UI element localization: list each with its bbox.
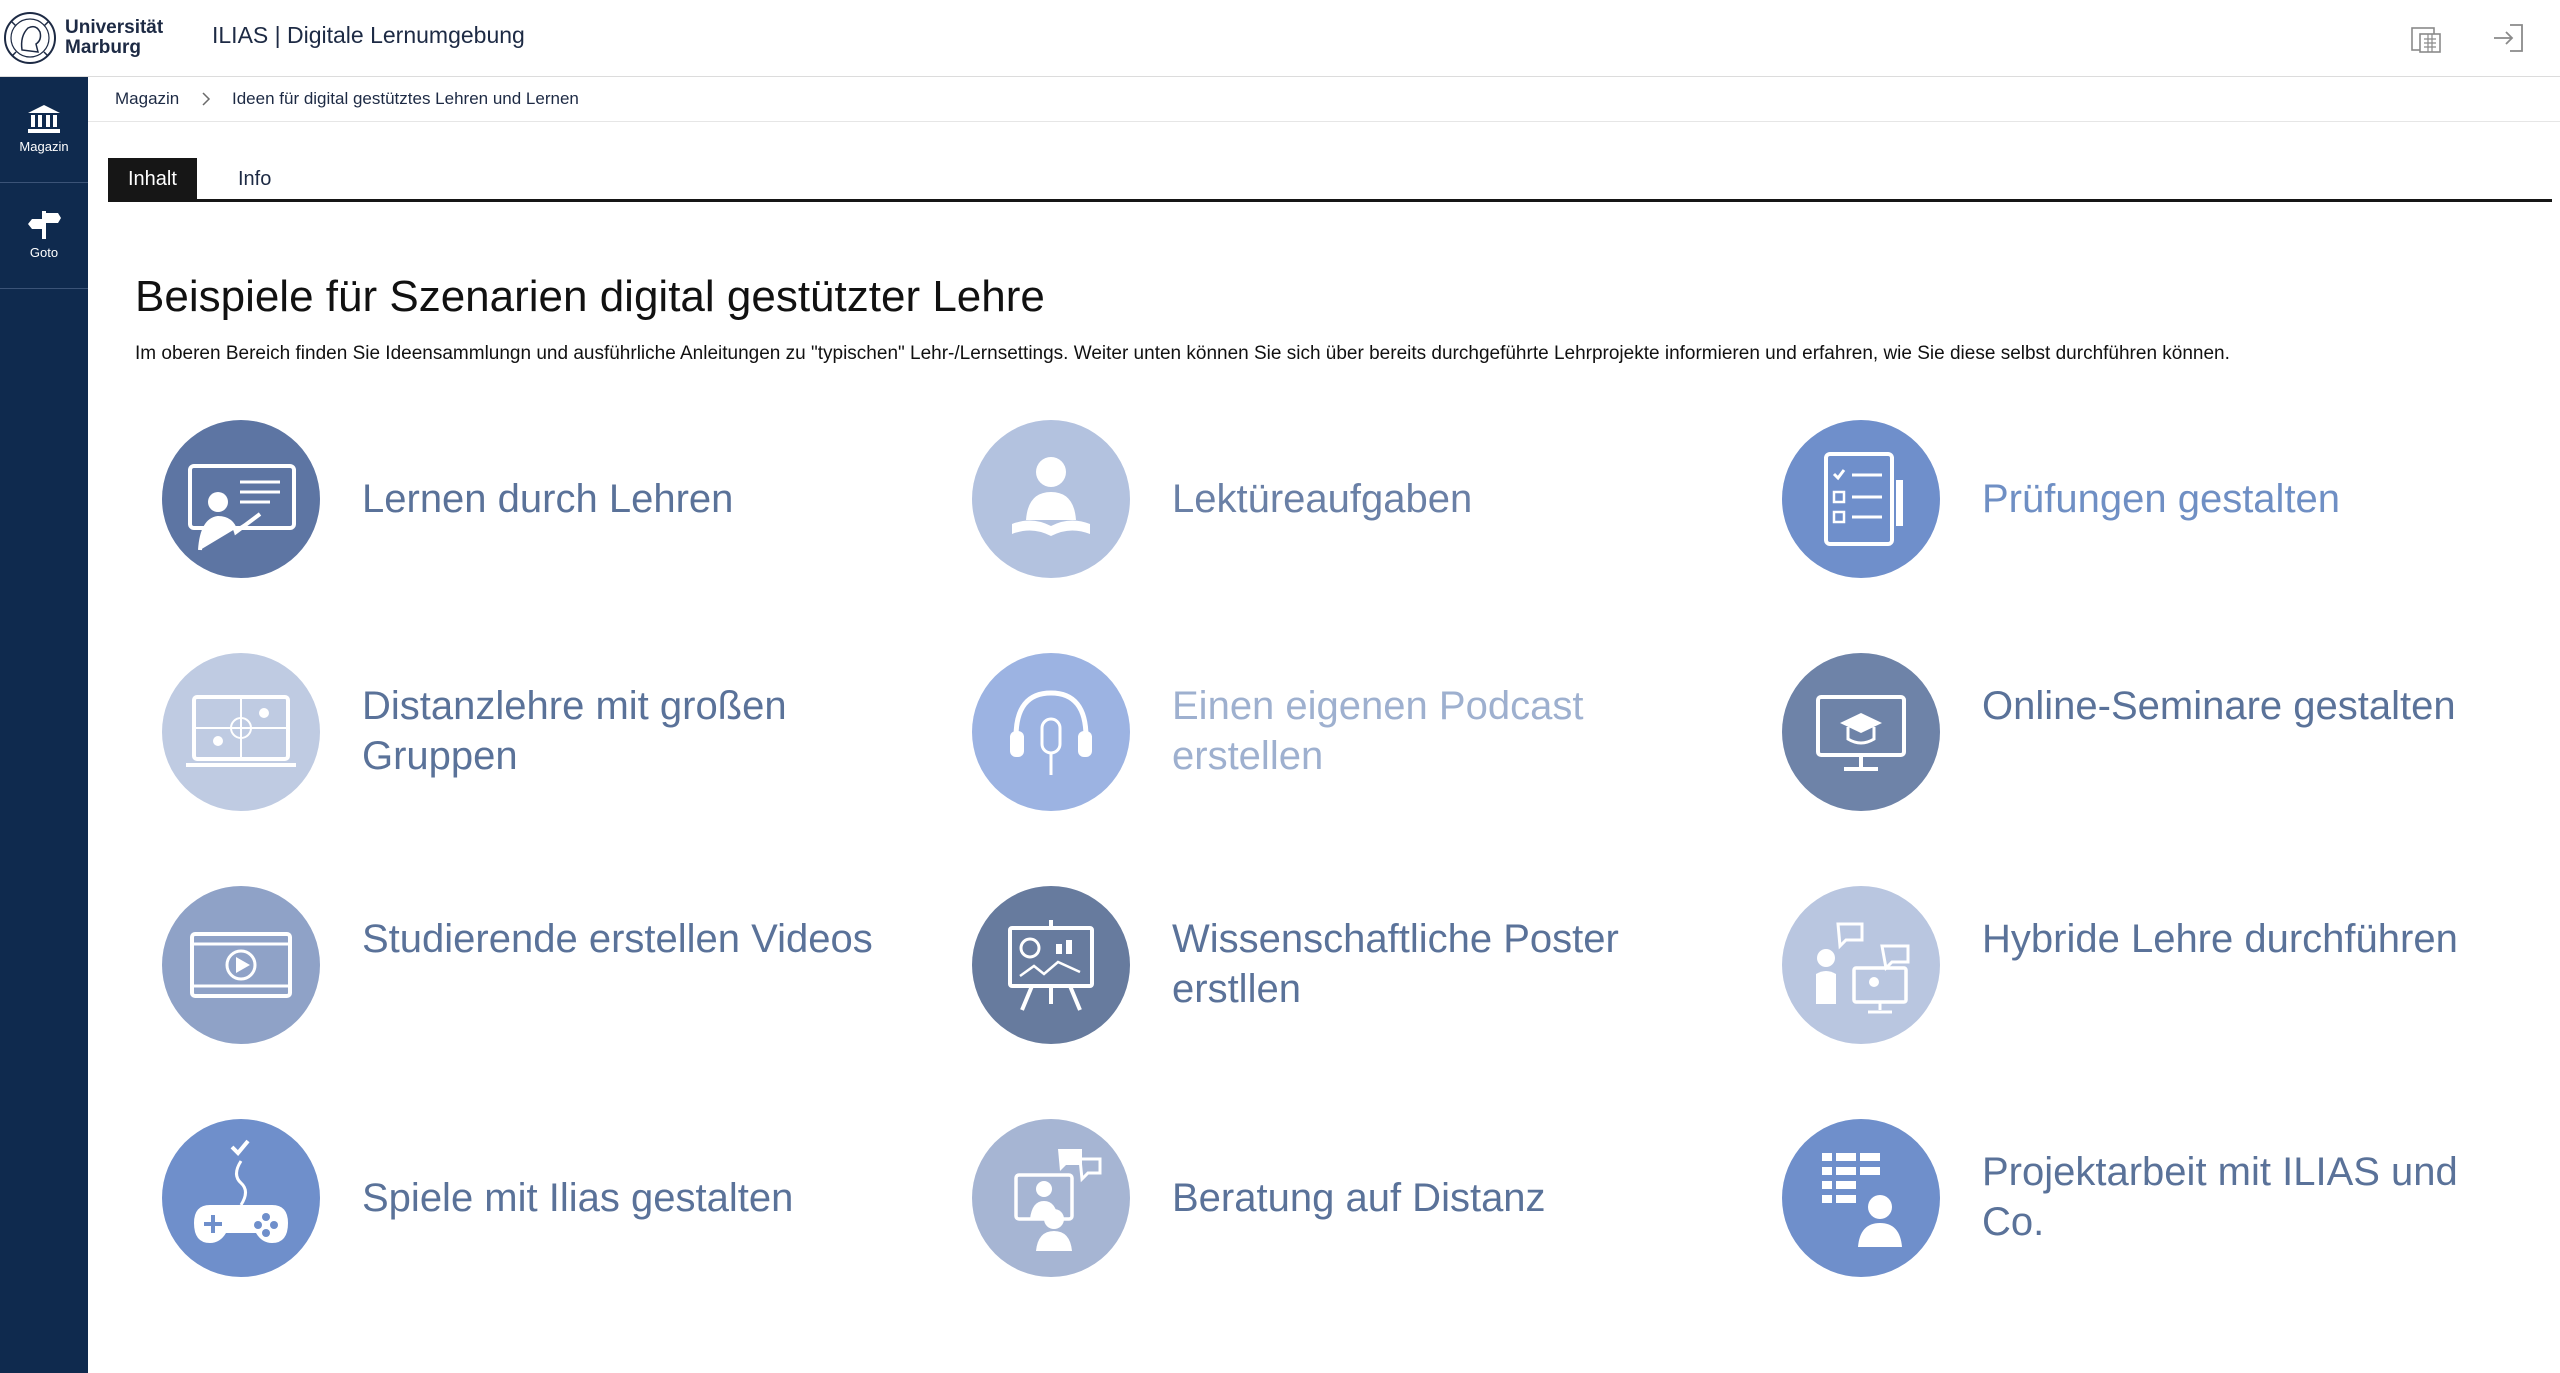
reader-book-icon xyxy=(1012,457,1090,536)
card-circle xyxy=(162,420,320,578)
main-sidebar: Magazin Goto xyxy=(0,77,88,1373)
card-label: Distanzlehre mit großen Gruppen xyxy=(362,684,787,778)
card-label: Studierende erstellen Videos xyxy=(362,917,873,961)
app-title[interactable]: ILIAS | Digitale Lernumgebung xyxy=(212,22,525,49)
card-studierende-videos[interactable]: Studierende erstellen Videos xyxy=(162,886,882,1046)
university-logo[interactable]: Universität Marburg xyxy=(0,4,170,72)
card-wissenschaftliche-poster[interactable]: Wissenschaftliche Poster erstllen xyxy=(972,886,1692,1046)
logo-line-2: Marburg xyxy=(65,37,141,58)
card-circle xyxy=(972,1119,1130,1277)
gamepad-icon xyxy=(194,1139,288,1243)
card-circle xyxy=(1782,1119,1940,1277)
card-label: Spiele mit Ilias gestalten xyxy=(362,1176,794,1220)
card-hybride-lehre[interactable]: Hybride Lehre durchführen xyxy=(1782,886,2502,1046)
card-online-seminare[interactable]: Online-Seminare gestalten xyxy=(1782,653,2502,813)
sidebar-item-label: Goto xyxy=(29,245,59,260)
headphones-microphone-icon xyxy=(1010,690,1092,775)
card-label: Wissenschaftliche Poster erstllen xyxy=(1172,917,1619,1011)
card-lektuereaufgaben[interactable]: Lektüreaufgaben xyxy=(972,420,1692,580)
tab-info[interactable]: Info xyxy=(218,158,291,200)
card-circle xyxy=(1782,420,1940,578)
remote-consultation-icon xyxy=(1014,1149,1102,1251)
poster-easel-icon xyxy=(1008,920,1094,1011)
card-distanzlehre[interactable]: Distanzlehre mit großen Gruppen xyxy=(162,653,882,813)
logo-line-1: Universität xyxy=(65,17,164,38)
card-circle xyxy=(972,886,1130,1044)
breadcrumb-item-current[interactable]: Ideen für digital gestütztes Lehren und … xyxy=(232,89,579,109)
card-label: Einen eigenen Podcast erstellen xyxy=(1172,684,1584,778)
tab-bar: Inhalt Info xyxy=(108,158,2552,202)
card-circle xyxy=(972,653,1130,811)
breadcrumb: Magazin Ideen für digital gestütztes Leh… xyxy=(88,77,2560,122)
card-label: Online-Seminare gestalten xyxy=(1982,684,2456,728)
card-lernen-durch-lehren[interactable]: Lernen durch Lehren xyxy=(162,420,882,580)
card-beratung[interactable]: Beratung auf Distanz xyxy=(972,1119,1692,1279)
notifications-panel-icon[interactable] xyxy=(2408,20,2444,56)
signpost-icon xyxy=(28,211,61,239)
sidebar-item-goto[interactable]: Goto xyxy=(0,183,88,289)
sidebar-item-magazin[interactable]: Magazin xyxy=(0,77,88,183)
bank-icon xyxy=(28,105,60,133)
card-circle xyxy=(1782,653,1940,811)
exam-checklist-icon xyxy=(1824,452,1903,546)
sidebar-item-label: Magazin xyxy=(19,139,69,154)
page-title: Beispiele für Szenarien digital gestützt… xyxy=(135,272,1045,321)
card-circle xyxy=(1782,886,1940,1044)
card-label: Beratung auf Distanz xyxy=(1172,1176,1546,1220)
card-pruefungen-gestalten[interactable]: Prüfungen gestalten xyxy=(1782,420,2502,580)
card-label: Projektarbeit mit ILIAS und Co. xyxy=(1982,1150,2458,1244)
video-play-icon xyxy=(190,932,292,998)
card-label: Hybride Lehre durchführen xyxy=(1982,917,2458,961)
intro-text: Im oberen Bereich finden Sie Ideensammlu… xyxy=(135,343,2230,364)
card-projektarbeit[interactable]: Projektarbeit mit ILIAS und Co. xyxy=(1782,1119,2502,1279)
online-seminar-icon xyxy=(1816,695,1906,771)
teacher-board-icon xyxy=(188,464,296,551)
hybrid-teaching-icon xyxy=(1816,922,1910,1014)
card-label: Lernen durch Lehren xyxy=(362,477,734,521)
logout-icon[interactable] xyxy=(2490,20,2526,56)
card-circle xyxy=(972,420,1130,578)
breadcrumb-item-magazin[interactable]: Magazin xyxy=(115,89,179,109)
card-label: Prüfungen gestalten xyxy=(1982,477,2341,521)
tab-inhalt[interactable]: Inhalt xyxy=(108,158,197,200)
card-podcast[interactable]: Einen eigenen Podcast erstellen xyxy=(972,653,1692,813)
card-label: Lektüreaufgaben xyxy=(1172,477,1473,521)
project-board-icon xyxy=(1822,1153,1902,1247)
video-conference-icon xyxy=(186,695,296,767)
card-circle xyxy=(162,653,320,811)
chevron-right-icon xyxy=(202,92,211,106)
card-circle xyxy=(162,886,320,1044)
university-seal-icon xyxy=(4,12,56,64)
card-circle xyxy=(162,1119,320,1277)
card-spiele[interactable]: Spiele mit Ilias gestalten xyxy=(162,1119,882,1279)
top-bar: Universität Marburg ILIAS | Digitale Ler… xyxy=(0,0,2560,77)
